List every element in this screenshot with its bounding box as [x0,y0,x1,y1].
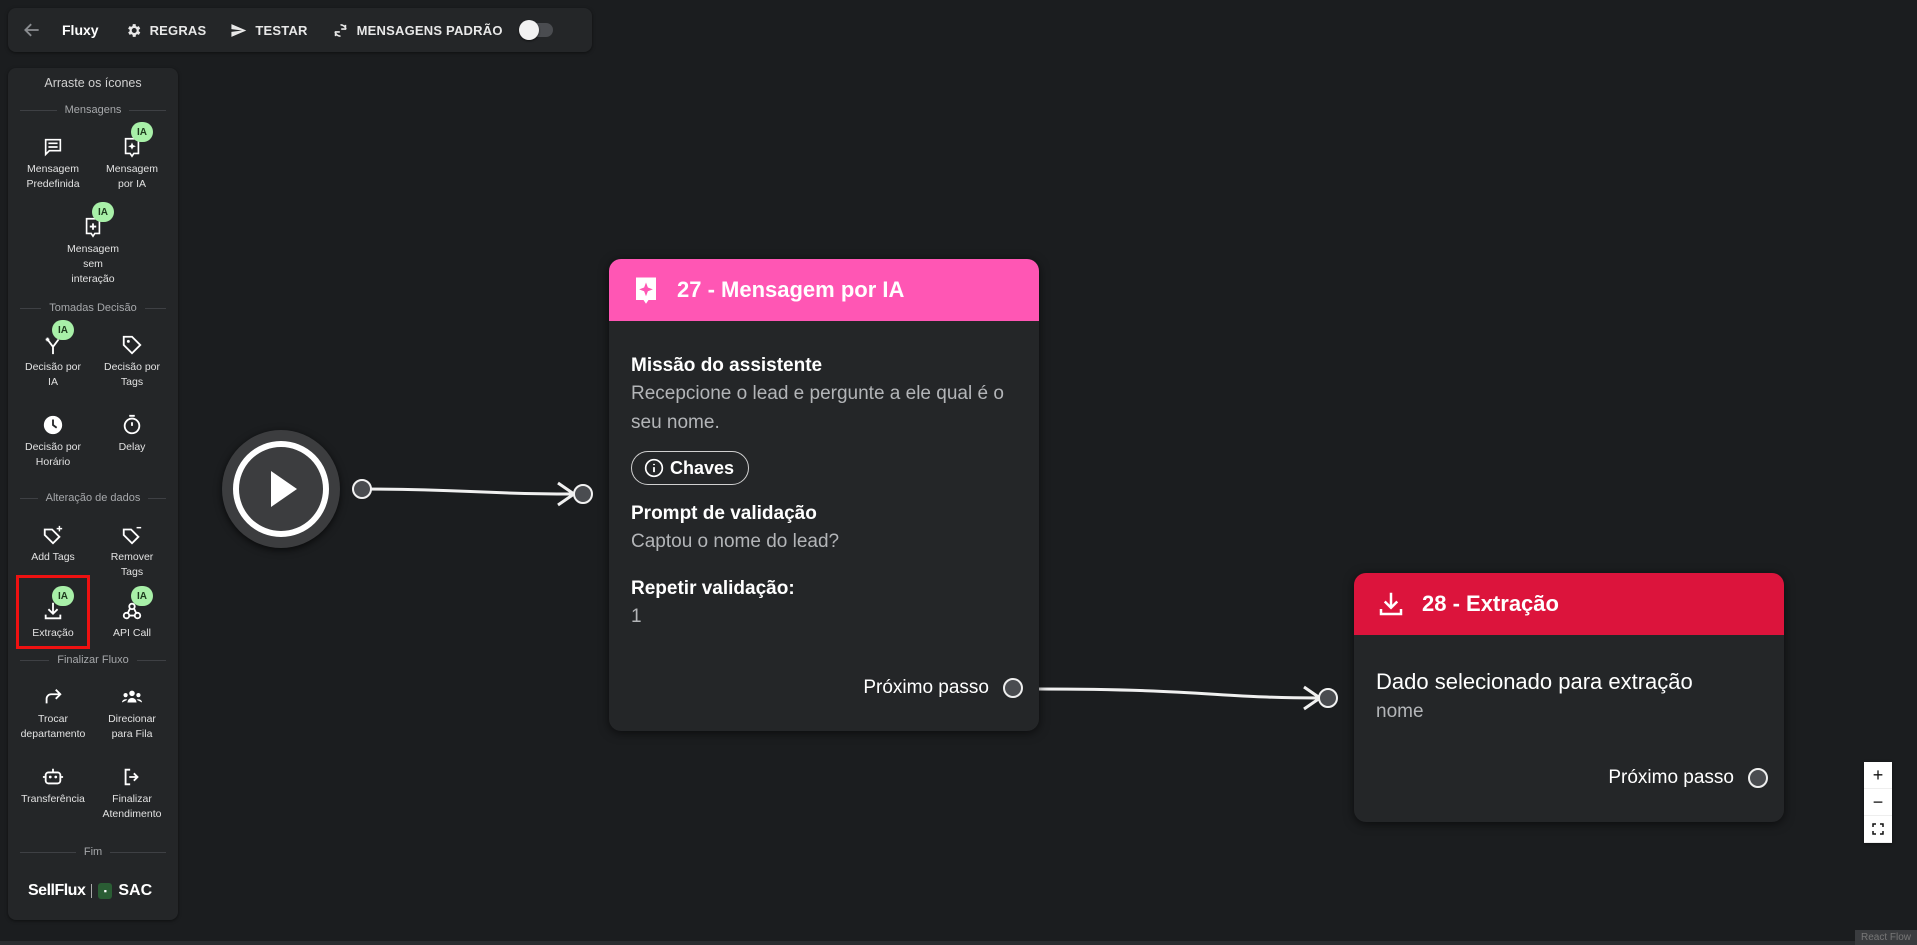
palette-item-direct-queue[interactable]: Direcionar para Fila [94,684,170,742]
sellflux-logo: SellFlux [28,882,86,899]
palette-item-predefined-message[interactable]: Mensagem Predefinida [15,134,91,192]
tag-plus-icon [43,525,63,545]
next-step-label: Próximo passo [1608,767,1734,788]
zoom-controls: + − [1864,762,1892,843]
node-28-next-step: Próximo passo [1608,767,1768,789]
default-messages-label: MENSAGENS PADRÃO [356,22,503,38]
zoom-out-button[interactable]: − [1864,789,1892,816]
node-27-next-step: Próximo passo [863,677,1023,699]
play-icon [271,471,297,507]
node-ai-message[interactable]: 27 - Mensagem por IA Missão do assistent… [609,259,1039,731]
default-messages-button[interactable]: MENSAGENS PADRÃO [332,22,503,39]
node-28-header: 28 - Extração [1354,573,1784,635]
clock-icon [43,415,63,435]
palette-item-transfer[interactable]: Transferência [15,764,91,807]
zoom-in-button[interactable]: + [1864,762,1892,789]
palette-item-ai-message[interactable]: IA Mensagem por IA [94,122,170,192]
palette-item-extraction[interactable]: IA Extração [16,575,90,649]
section-messages: Mensagens [20,104,166,116]
palette-item-add-tags[interactable]: Add Tags [15,522,91,565]
mission-label: Missão do assistente [631,355,823,376]
repeat-value: 1 [631,606,642,627]
palette-item-time-decision[interactable]: Decisão por Horário [15,412,91,470]
node-27-header: 27 - Mensagem por IA [609,259,1039,321]
forward-arrow-icon [45,689,62,704]
node-28-title: 28 - Extração [1422,591,1559,616]
chat-icon [44,138,62,157]
sync-icon [333,23,347,37]
next-step-label: Próximo passo [863,677,989,698]
section-data-change: Alteração de dados [20,492,166,504]
repeat-label: Repetir validação: [631,578,795,599]
download-icon [1379,592,1403,616]
default-messages-toggle[interactable] [518,20,553,40]
rules-label: REGRAS [149,22,207,38]
prompt-label: Prompt de validação [631,503,817,524]
palette-item-delay[interactable]: Delay [94,412,170,455]
prompt-value: Captou o nome do lead? [631,531,840,552]
section-finish: Finalizar Fluxo [20,654,166,666]
tag-icon [122,335,142,355]
logout-icon [124,768,139,786]
mission-value: Recepcione o lead e pergunte a ele qual … [631,383,1004,433]
bottom-strip [0,941,1917,945]
flow-title: Fluxy [62,22,99,38]
section-decisions: Tomadas Decisão [20,302,166,314]
palette-item-remove-tags[interactable]: Remover Tags [94,522,170,580]
back-arrow-icon[interactable] [20,18,44,42]
info-icon [644,458,664,478]
group-icon [121,690,143,703]
node-28-output-handle[interactable] [1748,768,1768,788]
edge-start-to-27 [361,487,573,496]
fit-view-icon [1872,823,1884,835]
palette-item-no-interaction-message[interactable]: IA Mensagem sem interação [55,202,131,287]
section-end: Fim [20,846,166,858]
send-icon [231,23,247,37]
start-node[interactable] [222,430,340,548]
extraction-field-value: nome [1376,701,1424,722]
palette-item-finish-service[interactable]: Finalizar Atendimento [94,764,170,822]
sac-icon: ▪ [98,883,113,899]
node-27-input-handle[interactable] [573,484,593,504]
sac-logo: SAC [118,882,153,899]
ia-badge: IA [92,202,114,222]
keys-chip-label: Chaves [670,457,735,478]
palette-header: Arraste os ícones [44,76,142,90]
fit-view-button[interactable] [1864,816,1892,843]
rules-button[interactable]: REGRAS [125,22,207,39]
start-node-output-handle[interactable] [352,479,372,499]
stopwatch-icon [123,414,141,435]
node-28-input-handle[interactable] [1318,688,1338,708]
test-button[interactable]: TESTAR [230,22,307,39]
node-palette: Arraste os ícones Mensagens Mensagem Pre… [8,68,178,920]
extraction-field-label: Dado selecionado para extração [1376,669,1693,694]
keys-chip[interactable]: Chaves [631,451,750,485]
ai-sparkle-icon [636,277,656,304]
node-extraction[interactable]: 28 - Extração Dado selecionado para extr… [1354,573,1784,822]
test-label: TESTAR [255,22,308,38]
edge-27-to-28 [1037,687,1319,700]
node-27-title: 27 - Mensagem por IA [677,277,905,302]
ia-badge: IA [131,586,153,606]
palette-item-tag-decision[interactable]: Decisão por Tags [94,332,170,390]
ia-badge: IA [52,320,74,340]
tag-minus-icon [122,526,142,545]
palette-item-change-department[interactable]: Trocar departamento [15,684,91,742]
ia-badge: IA [52,586,74,606]
react-flow-attribution[interactable]: React Flow [1854,930,1917,945]
palette-item-api-call[interactable]: IA API Call [94,586,170,641]
brand-logos: SellFlux ▪ SAC [28,882,152,900]
palette-item-ai-decision[interactable]: IA Decisão por IA [15,320,91,390]
robot-icon [42,768,64,785]
top-toolbar: Fluxy REGRAS TESTAR MENSAGENS PADRÃO [8,8,592,52]
node-27-output-handle[interactable] [1003,678,1023,698]
gear-icon [127,23,140,37]
ia-badge: IA [131,122,153,142]
